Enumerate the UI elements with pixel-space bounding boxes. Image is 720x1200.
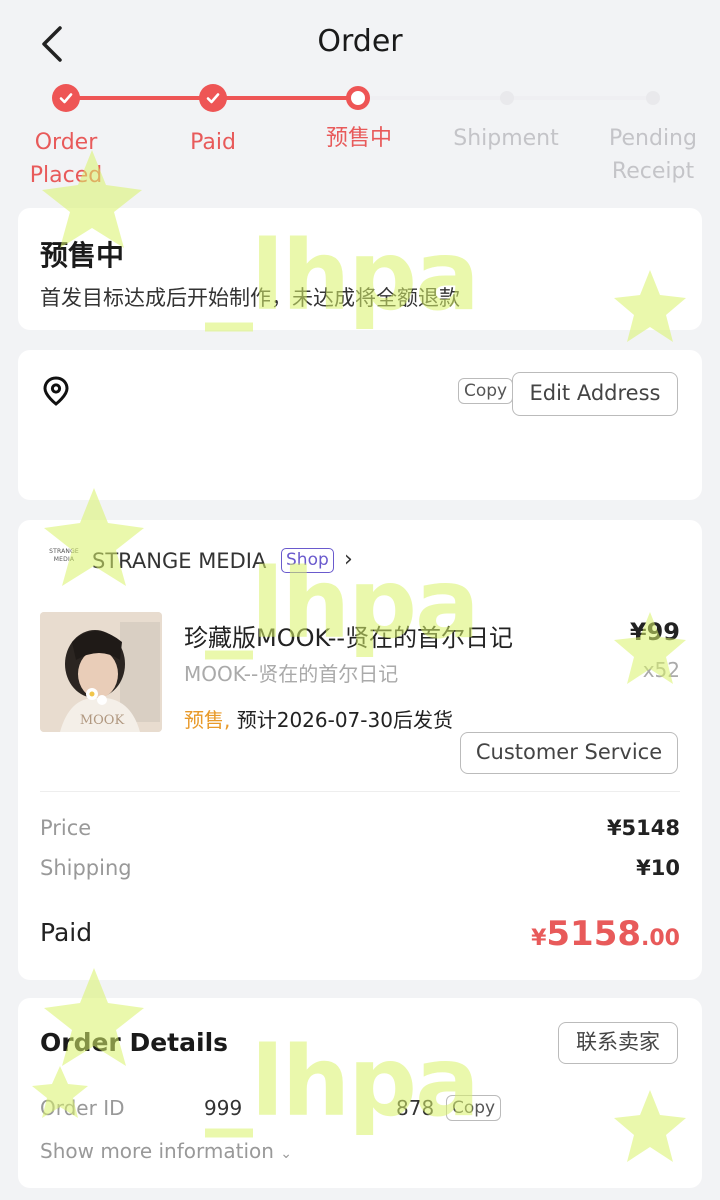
presale-status-card: 预售中 首发目标达成后开始制作，未达成将全额退款 [18,208,702,330]
location-pin-icon [42,376,70,410]
step-pending-dot [500,91,514,105]
divider [40,791,680,792]
order-item-card: STRANGE MEDIA STRANGE MEDIA Shop › MOOK … [18,520,702,980]
svg-text:MOOK: MOOK [80,713,125,728]
page-title: Order [317,24,403,59]
show-more-information[interactable]: Show more information ⌄ [40,1139,292,1163]
status-description: 首发目标达成后开始制作，未达成将全额退款 [40,286,460,310]
shop-badge: Shop [281,548,334,573]
order-id-part2: 878 [396,1096,435,1120]
paid-amount: ¥5158.00 [531,914,680,954]
step-done-check-icon [199,84,227,112]
shop-name[interactable]: STRANGE MEDIA [92,549,266,573]
price-value: ¥5148 [606,816,680,840]
shipping-label: Shipping [40,856,132,880]
app-header: Order [0,0,720,86]
show-more-label: Show more information [40,1139,274,1163]
product-variant: MOOK--贤在的首尔日记 [184,662,399,686]
copy-address-button[interactable]: Copy [458,378,514,404]
presale-ship-note: 预售, 预计2026-07-30后发货 [184,704,453,733]
price-label: Price [40,816,92,840]
product-name[interactable]: 珍藏版MOOK--贤在的首尔日记 [184,618,513,653]
order-id-part1: 999 [204,1096,243,1120]
chevron-right-icon[interactable]: › [344,547,353,572]
shop-logo: STRANGE MEDIA [49,548,79,563]
presale-tag: 预售, [184,708,231,732]
copy-order-id-button[interactable]: Copy [446,1095,502,1121]
step-current-dot [346,86,370,110]
order-progress: Order Placed Paid 预售中 Shipment Pending R… [0,80,720,190]
customer-service-button[interactable]: Customer Service [460,732,678,774]
step-label-shipment: Shipment [453,126,559,151]
product-price: ¥99 [629,618,680,646]
step-done-check-icon [52,84,80,112]
order-id-label: Order ID [40,1096,125,1120]
paid-integer: 5158 [546,914,642,954]
address-card: Copy Edit Address [18,350,702,500]
step-label-order-placed: Order Placed [29,130,103,188]
product-image[interactable]: MOOK [40,612,162,732]
ship-date-note: 预计2026-07-30后发货 [236,708,453,732]
shipping-value: ¥10 [636,856,680,880]
contact-seller-button[interactable]: 联系卖家 [558,1022,678,1064]
step-label-paid: Paid [190,130,236,155]
step-label-presale: 预售中 [325,126,392,151]
order-details-card: Order Details 联系卖家 Order ID 999 878 Copy… [18,998,702,1188]
edit-address-button[interactable]: Edit Address [512,372,678,416]
product-quantity: x52 [642,658,680,682]
paid-currency: ¥ [531,926,547,951]
chevron-down-icon: ⌄ [280,1146,293,1162]
order-details-title: Order Details [40,1028,229,1057]
step-pending-dot [646,91,660,105]
status-title: 预售中 [40,239,125,272]
step-label-pending-receipt: Pending Receipt [609,126,697,184]
paid-label: Paid [40,918,93,947]
paid-decimal: .00 [641,926,680,951]
